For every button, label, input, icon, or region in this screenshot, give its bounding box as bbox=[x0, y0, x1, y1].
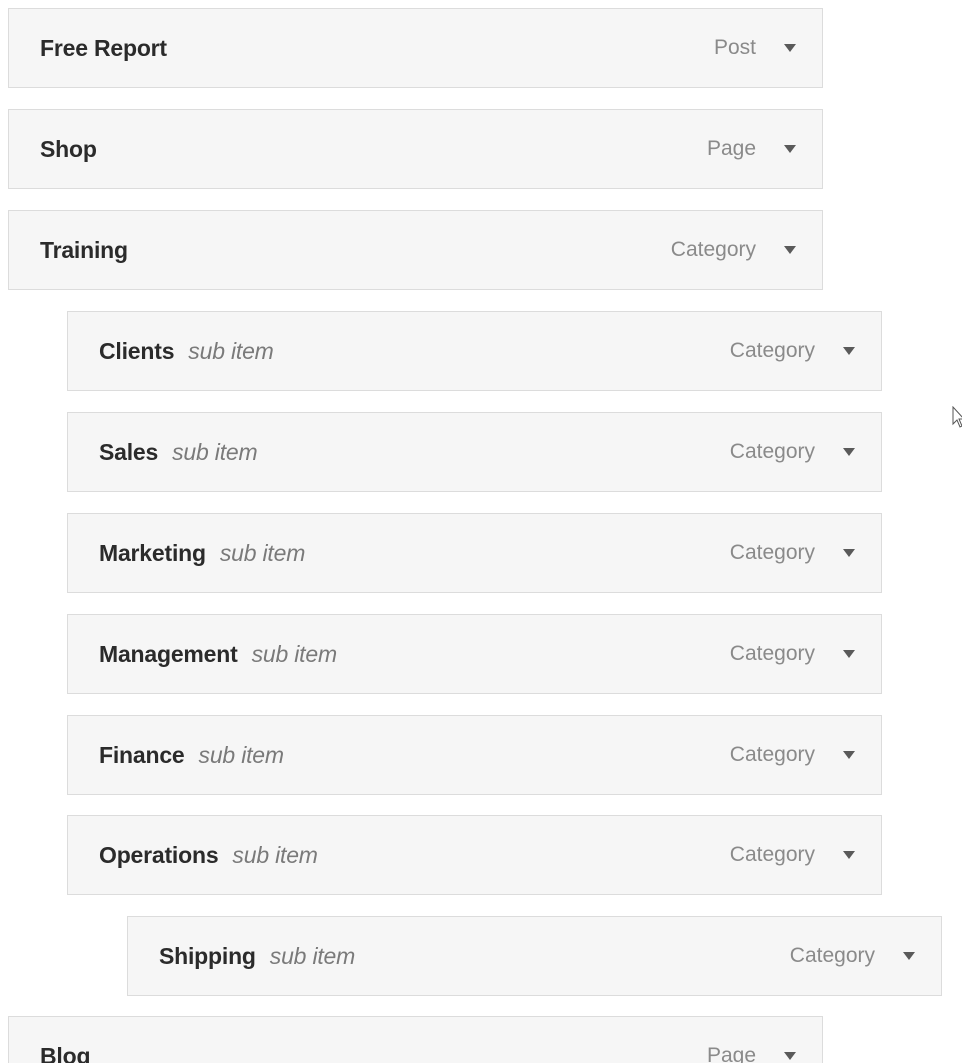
menu-item-shipping[interactable]: Shipping sub item Category bbox=[127, 916, 942, 996]
menu-item-title: Blog bbox=[40, 1017, 91, 1063]
menu-item-label: Clients bbox=[99, 337, 175, 364]
menu-item-clients[interactable]: Clients sub item Category bbox=[67, 311, 882, 391]
triangle-down-icon[interactable] bbox=[839, 543, 859, 563]
triangle-down-icon[interactable] bbox=[780, 240, 800, 260]
menu-item-training[interactable]: Training Category bbox=[8, 210, 823, 290]
menu-item-controls: Category bbox=[730, 816, 859, 894]
sub-item-label: sub item bbox=[219, 539, 306, 566]
menu-item-type: Category bbox=[789, 944, 875, 967]
menu-item-label: Blog bbox=[40, 1042, 91, 1063]
menu-item-label: Operations bbox=[99, 841, 219, 868]
menu-item-type: Post bbox=[713, 36, 756, 59]
menu-item-title: Training bbox=[40, 211, 128, 289]
menu-item-type: Category bbox=[729, 642, 815, 665]
menu-item-title: Shop bbox=[40, 110, 97, 188]
menu-item-controls: Category bbox=[730, 514, 859, 592]
triangle-down-icon[interactable] bbox=[839, 442, 859, 462]
sub-item-label: sub item bbox=[269, 942, 356, 969]
sub-item-label: sub item bbox=[232, 841, 318, 868]
menu-item-type: Category bbox=[729, 339, 815, 362]
menu-item-controls: Category bbox=[730, 413, 859, 491]
triangle-down-icon[interactable] bbox=[839, 644, 859, 664]
menu-item-title: Marketing sub item bbox=[99, 514, 305, 592]
menu-item-management[interactable]: Management sub item Category bbox=[67, 614, 882, 694]
menu-item-controls: Page bbox=[707, 1017, 800, 1063]
menu-item-type: Page bbox=[706, 1044, 756, 1063]
mouse-pointer-icon bbox=[952, 405, 962, 428]
menu-item-type: Category bbox=[729, 743, 815, 766]
menu-item-controls: Category bbox=[730, 312, 859, 390]
menu-structure: Free Report Post Shop Page Training Cate… bbox=[0, 0, 962, 1063]
sub-item-label: sub item bbox=[188, 337, 274, 364]
triangle-down-icon[interactable] bbox=[839, 341, 859, 361]
menu-item-controls: Page bbox=[707, 110, 800, 188]
menu-item-title: Clients sub item bbox=[99, 312, 274, 390]
triangle-down-icon[interactable] bbox=[780, 38, 800, 58]
sub-item-label: sub item bbox=[251, 640, 338, 667]
menu-item-title: Operations sub item bbox=[99, 816, 318, 894]
menu-item-blog[interactable]: Blog Page bbox=[8, 1016, 823, 1063]
menu-item-shop[interactable]: Shop Page bbox=[8, 109, 823, 189]
menu-item-title: Management sub item bbox=[99, 615, 337, 693]
menu-item-controls: Category bbox=[790, 917, 919, 995]
menu-item-type: Category bbox=[670, 238, 756, 261]
menu-item-finance[interactable]: Finance sub item Category bbox=[67, 715, 882, 795]
menu-item-label: Finance bbox=[99, 741, 185, 768]
menu-item-title: Finance sub item bbox=[99, 716, 284, 794]
menu-item-controls: Category bbox=[671, 211, 800, 289]
menu-item-label: Training bbox=[40, 236, 128, 263]
menu-item-sales[interactable]: Sales sub item Category bbox=[67, 412, 882, 492]
triangle-down-icon[interactable] bbox=[899, 946, 919, 966]
menu-item-title: Free Report bbox=[40, 9, 167, 87]
menu-item-type: Category bbox=[729, 843, 815, 866]
menu-item-controls: Post bbox=[714, 9, 800, 87]
triangle-down-icon[interactable] bbox=[839, 745, 859, 765]
triangle-down-icon[interactable] bbox=[839, 845, 859, 865]
menu-item-controls: Category bbox=[730, 615, 859, 693]
menu-item-label: Sales bbox=[99, 438, 159, 465]
menu-item-type: Category bbox=[729, 541, 815, 564]
menu-item-label: Management bbox=[99, 640, 238, 667]
sub-item-label: sub item bbox=[198, 741, 285, 768]
menu-item-label: Shop bbox=[40, 135, 97, 162]
sub-item-label: sub item bbox=[172, 438, 258, 465]
menu-item-operations[interactable]: Operations sub item Category bbox=[67, 815, 882, 895]
menu-item-marketing[interactable]: Marketing sub item Category bbox=[67, 513, 882, 593]
menu-item-type: Category bbox=[729, 440, 815, 463]
menu-item-free-report[interactable]: Free Report Post bbox=[8, 8, 823, 88]
menu-item-title: Shipping sub item bbox=[159, 917, 355, 995]
triangle-down-icon[interactable] bbox=[780, 1046, 800, 1063]
menu-item-type: Page bbox=[706, 137, 756, 160]
menu-item-label: Marketing bbox=[99, 539, 206, 566]
menu-item-label: Free Report bbox=[40, 34, 167, 61]
triangle-down-icon[interactable] bbox=[780, 139, 800, 159]
menu-item-title: Sales sub item bbox=[99, 413, 258, 491]
menu-item-label: Shipping bbox=[159, 942, 256, 969]
menu-item-controls: Category bbox=[730, 716, 859, 794]
